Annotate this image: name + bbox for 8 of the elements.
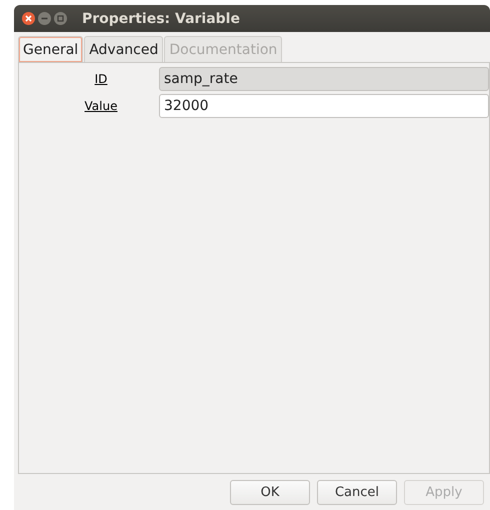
dialog-button[interactable]: OK	[230, 480, 310, 505]
tab[interactable]: Advanced	[84, 36, 164, 62]
window-title: Properties: Variable	[82, 10, 240, 26]
tab[interactable]: General	[18, 36, 84, 62]
field-label: ID	[94, 72, 108, 86]
field-label: Value	[84, 99, 118, 113]
dialog-button[interactable]: Cancel	[317, 480, 397, 505]
input-field[interactable]: 32000	[159, 94, 489, 118]
